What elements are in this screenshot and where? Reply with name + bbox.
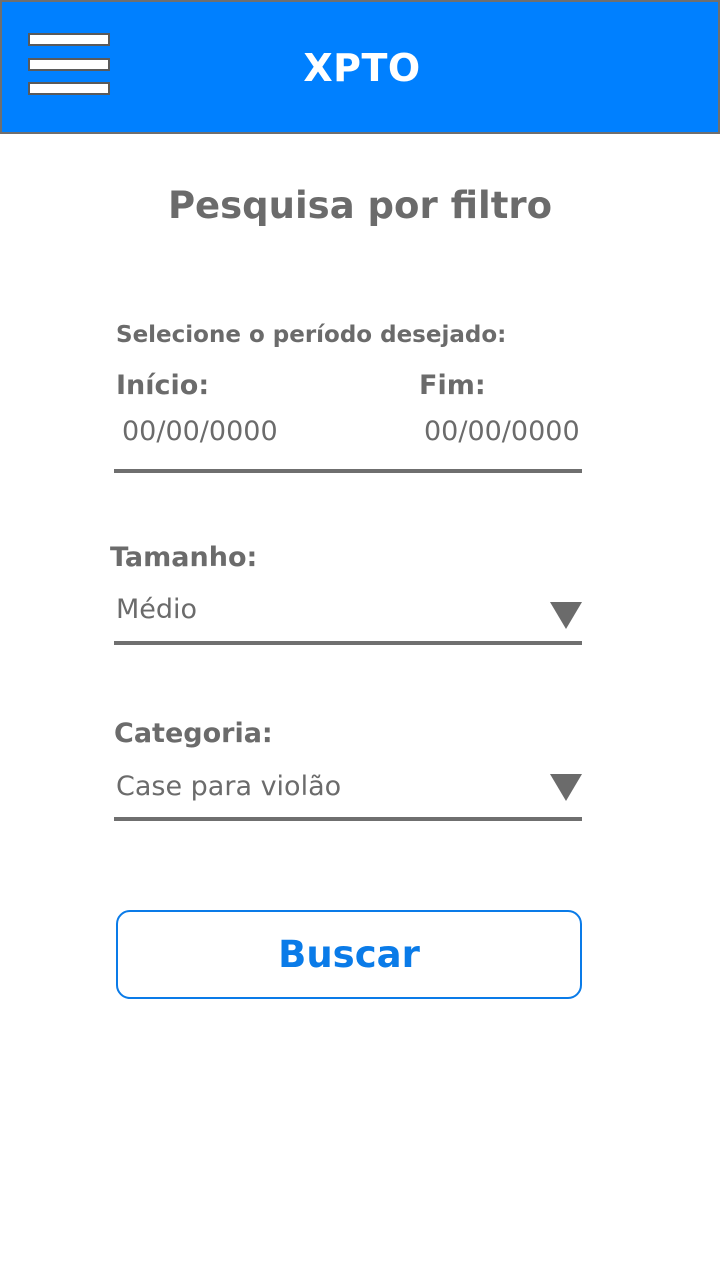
size-label: Tamanho: [110,542,258,573]
app-bar: XPTO [0,0,720,134]
hamburger-menu-icon [28,33,110,46]
app-title: XPTO [303,46,421,90]
date-field-underline [114,469,582,473]
end-date-label: Fim: [419,370,486,401]
start-date-label: Início: [116,370,210,401]
page-title: Pesquisa por filtro [167,184,553,227]
chevron-down-icon [550,602,582,629]
chevron-down-icon [550,774,582,801]
size-select-value: Médio [116,594,198,625]
start-date-input[interactable]: 00/00/0000 [122,416,278,447]
category-label: Categoria: [114,718,273,749]
category-select-underline [114,817,582,821]
period-label: Selecione o período desejado: [116,322,507,348]
size-select-underline [114,641,582,645]
search-button-label: Buscar [278,933,420,976]
end-date-input[interactable]: 00/00/0000 [424,416,580,447]
search-button[interactable]: Buscar [116,910,582,999]
category-select-value: Case para violão [116,771,342,802]
